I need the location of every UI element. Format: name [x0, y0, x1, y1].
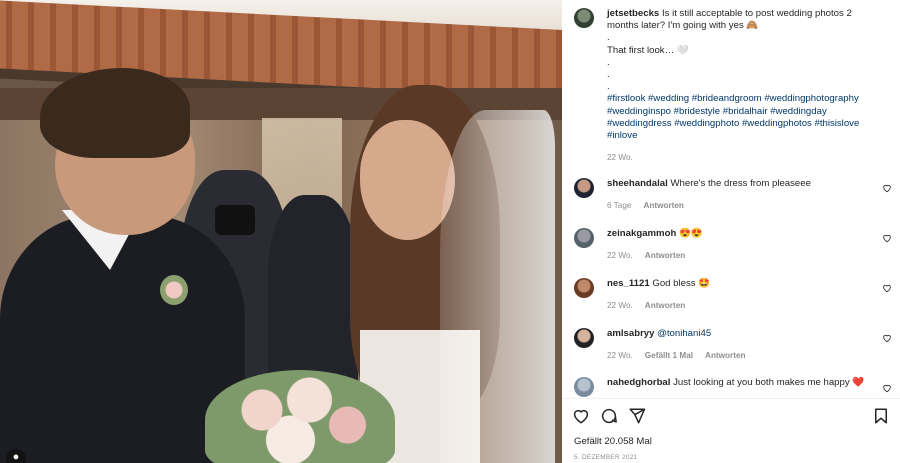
reply-button[interactable]: Antworten [645, 300, 685, 312]
comment-mention[interactable]: @tonihani45 [657, 328, 711, 339]
caption-line: . [607, 81, 610, 93]
like-heart-icon[interactable] [572, 407, 590, 425]
comment-text: Just looking at you both makes me happy … [673, 377, 865, 388]
comment-row: zeinakgammoh 😍😍 22 Wo. Antworten [574, 228, 894, 262]
like-comment-heart-icon[interactable] [882, 233, 892, 243]
comment-row: nahedghorbal Just looking at you both ma… [574, 377, 894, 397]
comment-username[interactable]: amlsabryy [607, 328, 654, 339]
like-comment-heart-icon[interactable] [882, 183, 892, 193]
likes-count[interactable]: Gefällt 20.058 Mal [574, 436, 652, 447]
comment-username[interactable]: zeinakgammoh [607, 228, 676, 239]
person-icon[interactable]: ● [6, 449, 26, 463]
boutonniere [160, 275, 188, 305]
comments-list[interactable]: jetsetbecks Is it still acceptable to po… [562, 0, 900, 398]
comment-likes[interactable]: Gefällt 1 Mal [645, 350, 693, 362]
comment-time[interactable]: 6 Tage [607, 200, 631, 212]
photo-guest [268, 195, 358, 395]
like-comment-heart-icon[interactable] [882, 383, 892, 393]
comment-time[interactable]: 22 Wo. [607, 350, 633, 362]
reply-button[interactable]: Antworten [645, 250, 685, 262]
post-photo[interactable]: ● [0, 0, 562, 463]
caption: jetsetbecks Is it still acceptable to po… [574, 8, 894, 164]
comment-text: Where's the dress from pleaseee [670, 178, 811, 189]
action-bar: Gefällt 20.058 Mal 5. DEZEMBER 2021 [562, 398, 900, 463]
comment-username[interactable]: nes_1121 [607, 278, 650, 289]
comment-row: sheehandalal Where's the dress from plea… [574, 178, 894, 212]
bride-veil [440, 110, 555, 463]
reply-button[interactable]: Antworten [643, 200, 683, 212]
owner-username[interactable]: jetsetbecks [607, 8, 659, 19]
comments-panel: jetsetbecks Is it still acceptable to po… [562, 0, 900, 463]
post-date[interactable]: 5. DEZEMBER 2021 [574, 454, 637, 461]
avatar[interactable] [574, 178, 594, 198]
caption-line: That first look… 🤍 [607, 44, 689, 56]
camera-shape [215, 205, 255, 235]
bouquet [205, 370, 395, 463]
comment-username[interactable]: sheehandalal [607, 178, 668, 189]
caption-line: . [607, 32, 610, 44]
comment-row: nes_1121 God bless 🤩 22 Wo. Antworten [574, 278, 894, 312]
like-comment-heart-icon[interactable] [882, 283, 892, 293]
share-icon[interactable] [628, 407, 646, 425]
avatar[interactable] [574, 377, 594, 397]
comment-icon[interactable] [600, 407, 618, 425]
caption-line: . [607, 69, 610, 81]
comment-username[interactable]: nahedghorbal [607, 377, 670, 388]
comment-text: God bless 🤩 [652, 278, 711, 289]
hashtags[interactable]: #firstlook #wedding #brideandgroom #wedd… [607, 93, 877, 142]
caption-time[interactable]: 22 Wo. [607, 152, 633, 164]
comment-time[interactable]: 22 Wo. [607, 300, 633, 312]
instagram-post: ● jetsetbecks Is it still acceptable to … [0, 0, 900, 463]
comment-time[interactable]: 22 Wo. [607, 250, 633, 262]
reply-button[interactable]: Antworten [705, 350, 745, 362]
comment-row: amlsabryy @tonihani45 22 Wo. Gefällt 1 M… [574, 328, 894, 362]
like-comment-heart-icon[interactable] [882, 333, 892, 343]
comment-text: 😍😍 [678, 228, 703, 239]
avatar[interactable] [574, 228, 594, 248]
bookmark-icon[interactable] [872, 407, 890, 425]
caption-line: . [607, 56, 610, 68]
avatar[interactable] [574, 328, 594, 348]
owner-avatar[interactable] [574, 8, 594, 28]
avatar[interactable] [574, 278, 594, 298]
